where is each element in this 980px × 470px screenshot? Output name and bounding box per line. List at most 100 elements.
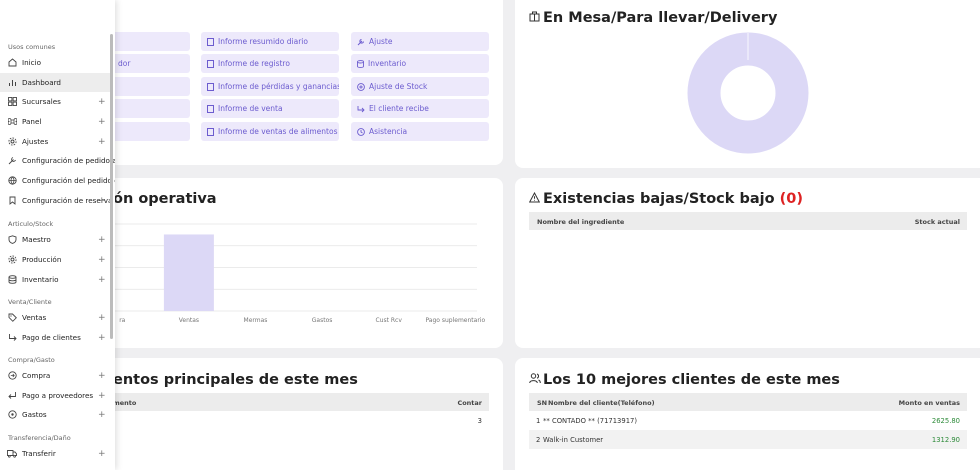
col-ingredient-name: Nombre del ingrediente: [537, 218, 625, 226]
col-sales-amount: Monto en ventas: [898, 399, 960, 407]
top-items-title: entos principales de este mes: [113, 372, 358, 388]
expand-plus-icon[interactable]: +: [98, 333, 106, 343]
grid-icon: [7, 97, 17, 107]
expand-plus-icon[interactable]: +: [98, 391, 106, 401]
expand-plus-icon[interactable]: +: [98, 97, 106, 107]
sidebar-item-panel[interactable]: Panel +: [0, 112, 111, 131]
expand-plus-icon[interactable]: +: [98, 137, 106, 147]
col-item-name: mento: [113, 399, 137, 407]
circle-arrow-icon: [7, 371, 17, 381]
sidebar-item-sucursales[interactable]: Sucursales +: [0, 92, 111, 111]
gear-icon: [7, 255, 17, 265]
food-sales-report-link[interactable]: Informe de ventas de alimentos: [201, 122, 339, 141]
order-type-donut[interactable]: [687, 32, 809, 154]
globe-icon: [7, 176, 17, 186]
section-title: Compra/Gasto: [8, 356, 55, 364]
top-items-table-header: [112, 393, 489, 411]
sidebar: Usos comunes Inicio Dashboard Sucursales…: [0, 0, 115, 470]
home-icon: [7, 58, 17, 68]
bar-chart-icon: [7, 78, 17, 88]
expand-plus-icon[interactable]: +: [98, 313, 106, 323]
section-title: Transferencia/Daño: [8, 434, 71, 442]
attendance-link[interactable]: Asistencia: [351, 122, 489, 141]
register-report-link[interactable]: Informe de registro: [201, 54, 339, 73]
table-row: 2 Walk-in Customer 1312.90: [529, 430, 967, 449]
database-icon: [357, 59, 364, 68]
expand-plus-icon[interactable]: +: [98, 410, 106, 420]
book-icon: [207, 59, 214, 68]
sidebar-item-pago-clientes[interactable]: Pago de clientes +: [0, 328, 111, 347]
low-stock-count: (0): [779, 191, 803, 207]
col-current-stock: Stock actual: [914, 218, 960, 226]
expand-plus-icon[interactable]: +: [98, 275, 106, 285]
quick-link-5[interactable]: [112, 122, 190, 141]
col-sn: SN: [537, 399, 548, 407]
sidebar-item-inventario[interactable]: Inventario +: [0, 270, 111, 289]
col-count: Contar: [457, 399, 482, 407]
section-title: Venta/Cliente: [8, 298, 52, 306]
sidebar-item-inicio[interactable]: Inicio: [0, 53, 111, 72]
quick-link-2[interactable]: dor: [112, 54, 190, 73]
warning-icon: [529, 192, 540, 203]
stock-adjustment-link[interactable]: Ajuste de Stock: [351, 77, 489, 96]
daily-summary-report-link[interactable]: Informe resumido diario: [201, 32, 339, 51]
circle-icon: [7, 410, 17, 420]
inventory-link[interactable]: Inventario: [351, 54, 489, 73]
top-customers-title: Los 10 mejores clientes de este mes: [543, 372, 840, 388]
expand-plus-icon[interactable]: +: [98, 371, 106, 381]
quick-link-4[interactable]: [112, 99, 190, 118]
customer-amount: 2625.80: [931, 417, 960, 425]
sidebar-item-transferir[interactable]: Transferir +: [0, 444, 111, 463]
building-icon: [529, 11, 540, 22]
book-icon: [207, 37, 214, 46]
top-customers-card: Los 10 mejores clientes de este mes SN N…: [515, 358, 980, 470]
sidebar-item-maestro[interactable]: Maestro +: [0, 230, 111, 249]
customer-name: Walk-in Customer: [543, 436, 604, 444]
expand-plus-icon[interactable]: +: [98, 255, 106, 265]
clock-icon: [357, 127, 365, 136]
expand-plus-icon[interactable]: +: [98, 449, 106, 459]
low-stock-title-text: Existencias bajas/Stock bajo: [543, 191, 775, 207]
customer-name: ** CONTADO ** (71713917): [543, 417, 638, 425]
customer-amount: 1312.90: [931, 436, 960, 444]
quick-link-3[interactable]: [112, 77, 190, 96]
chart-bar[interactable]: [163, 234, 214, 311]
expand-plus-icon[interactable]: +: [98, 117, 106, 127]
col-customer-name: Nombre del cliente(Teléfono): [548, 399, 655, 407]
x-tick-label: Pago suplementario: [425, 317, 485, 324]
customer-receives-link[interactable]: El cliente recibe: [351, 99, 489, 118]
quick-link-1[interactable]: [112, 32, 190, 51]
shield-icon: [7, 235, 17, 245]
sales-report-link[interactable]: Informe de venta: [201, 99, 339, 118]
order-type-card: En Mesa/Para llevar/Delivery: [515, 0, 980, 168]
profit-loss-report-link[interactable]: Informe de pérdidas y ganancias: [201, 77, 339, 96]
command-icon: [7, 117, 17, 127]
sidebar-item-auto-order-config[interactable]: Configuración de pedido autom: [0, 151, 115, 170]
sidebar-item-gastos[interactable]: Gastos +: [0, 405, 111, 424]
sidebar-scrollbar[interactable]: [110, 34, 113, 339]
bookmark-icon: [7, 196, 17, 206]
sidebar-item-ajustes[interactable]: Ajustes +: [0, 132, 111, 151]
low-stock-title: Existencias bajas/Stock bajo (0): [543, 191, 803, 207]
gear-icon: [7, 137, 17, 147]
sidebar-item-online-order-config[interactable]: Configuración del pedido en lí: [0, 171, 115, 190]
users-icon: [529, 373, 541, 384]
sidebar-item-produccion[interactable]: Producción +: [0, 250, 111, 269]
expand-plus-icon[interactable]: +: [98, 196, 106, 206]
adjustment-link[interactable]: Ajuste: [351, 32, 489, 51]
customer-sn: 2: [536, 436, 541, 444]
table-row: 1 ** CONTADO ** (71713917) 2625.80: [529, 411, 967, 430]
wrench-icon: [357, 38, 364, 45]
sidebar-item-pago-proveedores[interactable]: Pago a proveedores +: [0, 386, 111, 405]
sidebar-item-compra[interactable]: Compra +: [0, 366, 111, 385]
sidebar-item-reservation-config[interactable]: Configuración de reserva +: [0, 191, 112, 210]
expand-plus-icon[interactable]: +: [98, 235, 106, 245]
truck-icon: [7, 449, 17, 459]
sidebar-item-dashboard[interactable]: Dashboard: [0, 73, 111, 92]
x-tick-label: Ventas: [179, 317, 199, 324]
database-icon: [7, 275, 17, 285]
plus-circle-icon: [357, 82, 365, 91]
tag-icon: [7, 313, 17, 323]
sidebar-item-ventas[interactable]: Ventas +: [0, 308, 111, 327]
wrench-icon: [7, 156, 17, 166]
